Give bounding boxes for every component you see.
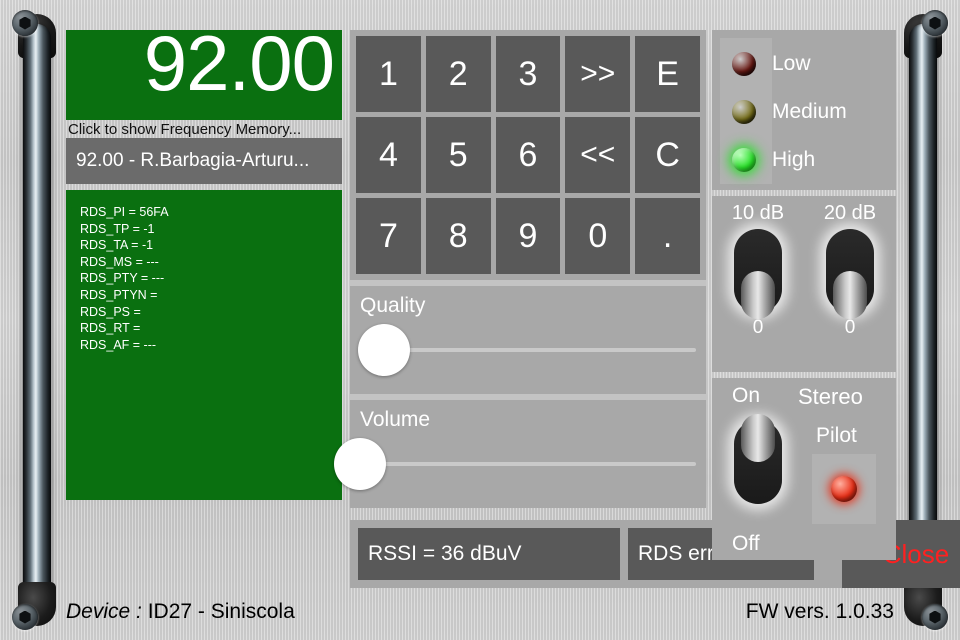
quality-slider-label: Quality: [360, 294, 426, 317]
rds-line: RDS_PTYN =: [80, 287, 158, 302]
rssi-readout: RSSI = 36 dBuV: [358, 528, 620, 580]
pilot-indicator-box: [812, 454, 876, 524]
volume-slider-track[interactable]: [360, 462, 696, 466]
rds-line: RDS_AF = ---: [80, 337, 157, 352]
frequency-display: 92.00: [66, 24, 342, 120]
level-led-high-icon: [732, 148, 756, 172]
screw-top-left: [12, 10, 38, 36]
level-row: High: [720, 136, 896, 184]
device-label: Device :: [66, 600, 142, 623]
left-column: 92.00 Click to show Frequency Memory... …: [66, 24, 342, 500]
key-seek-down[interactable]: <<: [565, 117, 631, 193]
gain-toggle-10db[interactable]: [734, 229, 782, 319]
signal-level-panel: Low Medium High: [712, 30, 896, 190]
key-1[interactable]: 1: [356, 36, 421, 112]
pilot-led: [831, 476, 857, 502]
frequency-memory-hint[interactable]: Click to show Frequency Memory...: [66, 120, 342, 138]
stereo-on-label: On: [732, 384, 761, 407]
quality-slider-knob[interactable]: [357, 324, 410, 376]
gain-toggle-lever: [833, 271, 867, 319]
key-enter[interactable]: E: [635, 36, 700, 112]
gain-cell: 0: [804, 229, 896, 339]
rds-line: RDS_PS =: [80, 304, 141, 319]
gain-toggle-20db[interactable]: [826, 229, 874, 319]
middle-column: 1 2 3 >> E 4 5 6 << C 7 8 9 0. Quality Volume RSSI = …: [334, 30, 960, 588]
key-seek-up[interactable]: >>: [565, 36, 631, 112]
level-row: Medium: [720, 88, 896, 136]
volume-slider[interactable]: [334, 438, 696, 490]
level-led-medium-icon: [732, 100, 756, 124]
rds-line: RDS_PI = 56FA: [80, 205, 169, 219]
left-handle: [14, 14, 60, 626]
gain-title: 20 dB: [823, 202, 877, 224]
handle-bar-left: [23, 24, 51, 616]
rds-line: RDS_TP = -1: [80, 221, 155, 236]
gain-toggle-lever: [741, 271, 775, 319]
stereo-toggle-switch[interactable]: [734, 414, 782, 504]
footer: Device : ID27 - Siniscola FW vers. 1.0.3…: [66, 598, 894, 626]
key-5[interactable]: 5: [425, 117, 491, 193]
numeric-keypad: 1 2 3 >> E 4 5 6 << C 7 8 9 0.: [350, 30, 706, 280]
gain-value: 0: [844, 317, 856, 338]
key-3[interactable]: 3: [495, 36, 561, 112]
volume-slider-label: Volume: [360, 408, 431, 431]
device-value: ID27 - Siniscola: [147, 600, 295, 623]
rds-line: RDS_MS = ---: [80, 254, 159, 269]
stereo-toggle-wrap: [734, 414, 782, 504]
stereo-toggle-lever: [741, 414, 775, 462]
key-decimal[interactable]: .: [635, 198, 700, 274]
gain-value: 0: [752, 317, 764, 338]
quality-slider[interactable]: [357, 324, 696, 376]
level-label: High: [772, 148, 816, 171]
rds-line: RDS_PTY = ---: [80, 271, 165, 286]
key-6[interactable]: 6: [495, 117, 561, 193]
right-column: Low Medium High 10 dB 20 dB 0 0 On Stereo Pi…: [712, 30, 896, 560]
key-2[interactable]: 2: [425, 36, 491, 112]
frequency-memory-select[interactable]: 92.00 - R.Barbagia-Arturu...: [66, 138, 342, 184]
gain-title: 10 dB: [731, 202, 785, 224]
firmware-version: FW vers. 1.0.33: [745, 600, 894, 623]
stereo-off-label: Off: [732, 532, 760, 555]
quality-slider-block: Quality: [350, 286, 706, 394]
screw-bottom-right: [922, 604, 948, 630]
key-8[interactable]: 8: [425, 198, 491, 274]
pilot-label: Pilot: [816, 424, 857, 447]
rds-line: RDS_TA = -1: [80, 238, 154, 253]
gain-panel: 10 dB 20 dB 0 0: [712, 196, 896, 372]
key-7[interactable]: 7: [356, 198, 421, 274]
level-led-low-icon: [732, 52, 756, 76]
stereo-title: Stereo: [798, 384, 863, 409]
level-row: Low: [720, 40, 896, 88]
device-info: Device : ID27 - Siniscola: [66, 600, 295, 624]
stereo-panel: On Stereo Pilot Off: [712, 378, 896, 560]
tuner-app: 92.00 Click to show Frequency Memory... …: [66, 24, 960, 590]
level-label: Low: [772, 52, 811, 75]
screw-top-right: [922, 10, 948, 36]
key-0[interactable]: 0: [565, 198, 631, 274]
gain-cell: 0: [712, 229, 804, 339]
key-clear[interactable]: C: [635, 117, 700, 193]
frequency-value: 92.00: [143, 19, 335, 107]
level-label: Medium: [772, 100, 847, 123]
quality-slider-track[interactable]: [360, 348, 696, 352]
rds-data-panel: RDS_PI = 56FA RDS_TP = -1 RDS_TA = -1 RDS_M…: [66, 190, 342, 500]
key-9[interactable]: 9: [495, 198, 561, 274]
volume-slider-block: Volume: [334, 400, 706, 508]
key-4[interactable]: 4: [356, 117, 421, 193]
volume-slider-knob[interactable]: [334, 438, 386, 490]
rds-line: RDS_RT =: [80, 321, 141, 336]
screw-bottom-left: [12, 604, 38, 630]
